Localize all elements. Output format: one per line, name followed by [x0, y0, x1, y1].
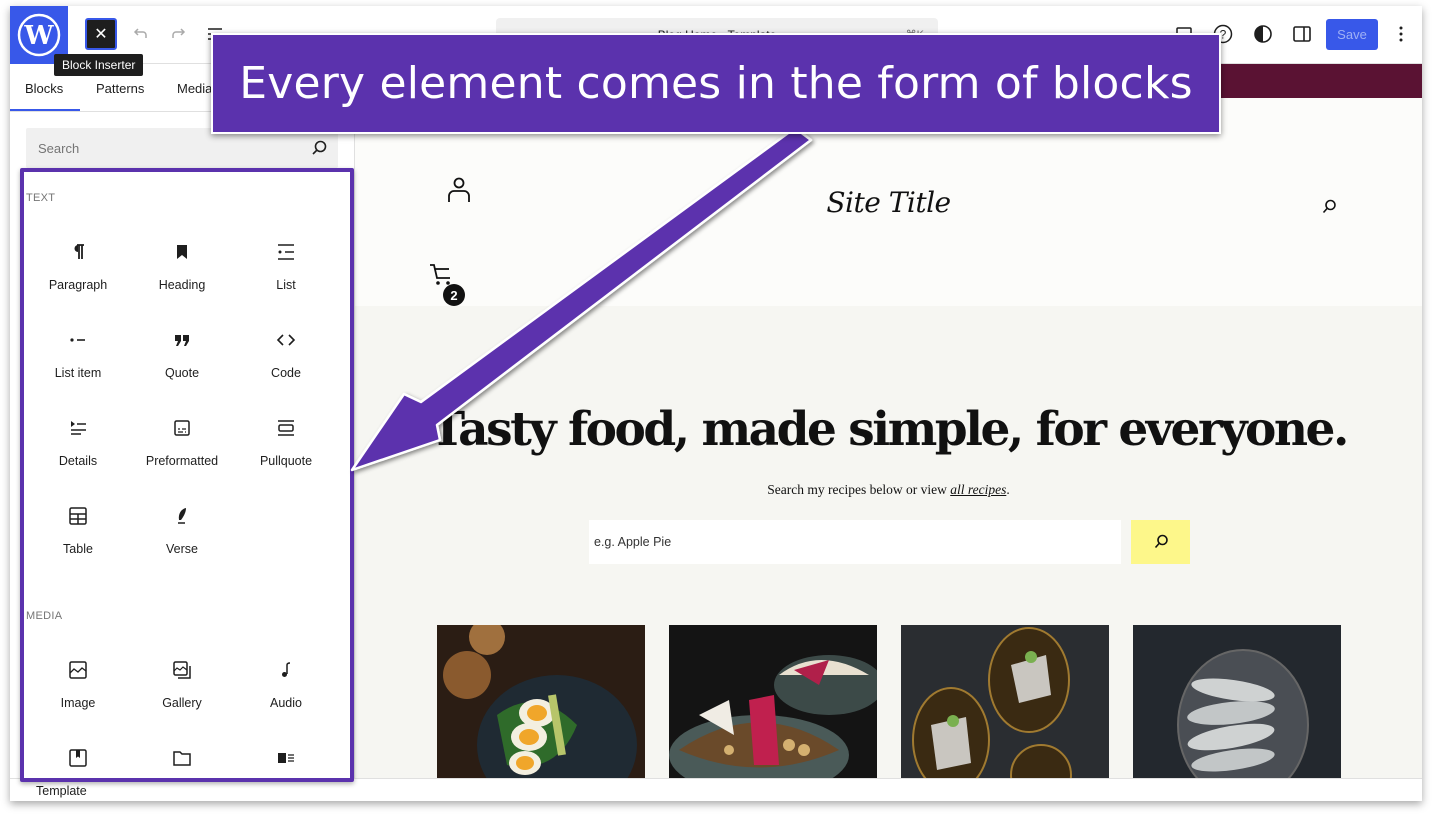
recipe-photo-3[interactable]: [901, 625, 1109, 778]
options-button[interactable]: [1389, 22, 1413, 46]
annotation-banner: Every element comes in the form of block…: [211, 33, 1221, 134]
settings-sidebar-button[interactable]: [1290, 22, 1314, 46]
audio-icon: [274, 658, 298, 682]
pullquote-icon: [274, 416, 298, 440]
tab-patterns[interactable]: Patterns: [96, 81, 144, 96]
details-icon: [66, 416, 90, 440]
block-gallery[interactable]: Gallery: [132, 650, 232, 730]
quote-icon: [170, 328, 194, 352]
image-icon: [66, 658, 90, 682]
block-heading[interactable]: Heading: [132, 232, 232, 312]
recipe-search-button[interactable]: [1131, 520, 1190, 564]
block-quote[interactable]: Quote: [132, 320, 232, 400]
contrast-icon: [1254, 25, 1272, 43]
block-search-input[interactable]: [26, 128, 306, 168]
hero-subtitle: Search my recipes below or view all reci…: [767, 482, 1010, 497]
annotation-text: Every element comes in the form of block…: [239, 58, 1193, 109]
list-icon: [274, 240, 298, 264]
paragraph-icon: [66, 240, 90, 264]
block-table[interactable]: Table: [28, 496, 128, 576]
block-verse[interactable]: Verse: [132, 496, 232, 576]
breadcrumb[interactable]: Template: [36, 784, 87, 798]
header-search-icon[interactable]: [1320, 198, 1338, 221]
close-inserter-button[interactable]: ✕: [85, 18, 117, 50]
recipe-photo-2[interactable]: [669, 625, 877, 778]
cart-count-badge: 2: [443, 284, 465, 306]
recipe-search: [589, 520, 1121, 564]
active-tab-indicator: [10, 109, 80, 111]
recipe-photo-1[interactable]: [437, 625, 645, 778]
block-audio[interactable]: Audio: [236, 650, 336, 730]
block-image[interactable]: Image: [28, 650, 128, 730]
block-inserter-tooltip: Block Inserter: [54, 54, 144, 76]
close-icon: ✕: [94, 26, 108, 43]
block-pullquote[interactable]: Pullquote: [236, 408, 336, 488]
svg-text:W: W: [23, 21, 54, 51]
recipe-photo-4[interactable]: [1133, 625, 1341, 778]
site-editor-canvas[interactable]: Site Title 2 Tasty food, made simple, fo…: [355, 64, 1422, 778]
styles-button[interactable]: [1251, 22, 1275, 46]
block-list[interactable]: List: [236, 232, 336, 312]
block-inserter-panel: Blocks Patterns Media TEXT Paragraph Hea…: [10, 64, 355, 778]
verse-icon: [170, 504, 194, 528]
tab-blocks[interactable]: Blocks: [25, 81, 63, 96]
save-button[interactable]: Save: [1326, 19, 1378, 50]
category-text-label: TEXT: [26, 192, 56, 204]
hero-heading[interactable]: Tasty food, made simple, for everyone.: [355, 402, 1422, 457]
undo-icon: [133, 28, 147, 38]
redo-button[interactable]: [167, 22, 191, 46]
tab-media[interactable]: Media: [177, 81, 212, 96]
recipe-search-input[interactable]: [589, 520, 1121, 564]
gallery-icon: [170, 658, 194, 682]
heading-icon: [170, 240, 194, 264]
list-item-icon: [66, 328, 90, 352]
block-paragraph[interactable]: Paragraph: [28, 232, 128, 312]
media-text-icon: [274, 746, 298, 770]
block-list-item[interactable]: List item: [28, 320, 128, 400]
redo-icon: [172, 28, 186, 38]
site-title[interactable]: Site Title: [355, 186, 1422, 219]
preformatted-icon: [170, 416, 194, 440]
category-media-label: MEDIA: [26, 610, 63, 622]
code-icon: [274, 328, 298, 352]
cover-icon: [66, 746, 90, 770]
undo-button[interactable]: [128, 22, 152, 46]
table-icon: [66, 504, 90, 528]
more-vertical-icon: [1399, 26, 1403, 42]
sidebar-icon: [1293, 26, 1311, 42]
wordpress-icon: W: [17, 13, 61, 57]
search-icon: [312, 140, 327, 155]
block-preformatted[interactable]: Preformatted: [132, 408, 232, 488]
search-icon: [1154, 534, 1168, 549]
block-code[interactable]: Code: [236, 320, 336, 400]
block-search: [26, 128, 338, 168]
block-details[interactable]: Details: [28, 408, 128, 488]
all-recipes-link[interactable]: all recipes: [950, 482, 1006, 497]
folder-icon: [170, 746, 194, 770]
editor-footer: Template: [10, 778, 1422, 801]
